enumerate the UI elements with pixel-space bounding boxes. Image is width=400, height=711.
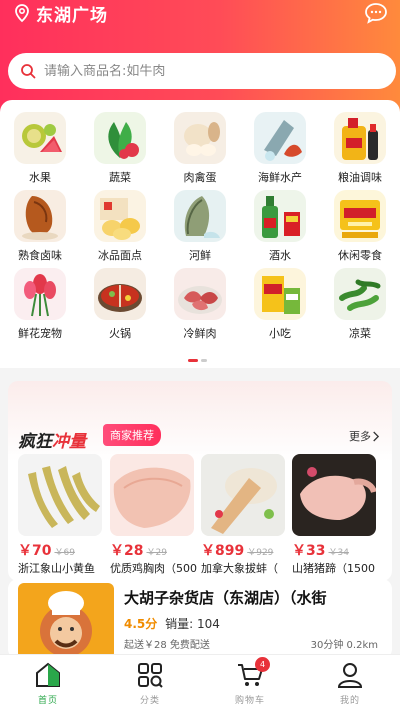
category-river-fish[interactable]: 河鲜 <box>160 190 240 263</box>
fruit-icon <box>14 112 66 164</box>
category-drinks[interactable]: 酒水 <box>240 190 320 263</box>
product-card[interactable]: ￥70 ￥69 浙江象山小黄鱼 <box>18 454 102 576</box>
product-card[interactable]: ￥28 ￥29 优质鸡胸肉（500 <box>110 454 197 576</box>
deli-icon <box>14 190 66 242</box>
category-flower-pet[interactable]: 鲜花宠物 <box>0 268 80 341</box>
tab-profile[interactable]: 我的 <box>310 661 390 706</box>
search-icon <box>21 64 36 79</box>
product-card[interactable]: ￥33 ￥34 山猪猪蹄（1500 <box>292 454 376 576</box>
hotpot-icon <box>94 268 146 320</box>
location-pin-icon <box>12 3 32 23</box>
product-card[interactable]: ￥899 ￥929 加拿大象拔蚌（ <box>201 454 285 576</box>
store-delivery-fee: 起送￥28 免费配送 <box>124 640 210 651</box>
cart-icon: 4 <box>236 657 270 689</box>
category-seafood[interactable]: 海鲜水产 <box>240 112 320 185</box>
drinks-icon <box>254 190 306 242</box>
location-label: 东湖广场 <box>36 5 108 26</box>
category-deli[interactable]: 熟食卤味 <box>0 190 80 263</box>
product-image-yellow-croaker <box>18 454 102 536</box>
category-fruit[interactable]: 水果 <box>0 112 80 185</box>
product-image-chicken-breast <box>110 454 194 536</box>
tab-home[interactable]: 首页 <box>8 661 88 706</box>
category-icon <box>136 661 164 689</box>
category-hotpot[interactable]: 火锅 <box>80 268 160 341</box>
vegetable-icon <box>94 112 146 164</box>
river-fish-icon <box>174 190 226 242</box>
carousel-dot-active <box>188 359 198 362</box>
store-logo-chef <box>18 583 114 659</box>
category-grain-oil[interactable]: 粮油调味 <box>320 112 400 185</box>
category-vegetable[interactable]: 蔬菜 <box>80 112 160 185</box>
carousel-indicator <box>188 359 207 362</box>
snack-food-icon <box>254 268 306 320</box>
tab-cart[interactable]: 4 购物车 <box>210 657 290 706</box>
bottom-tab-bar: 首页 分类 4 购物车 我的 <box>0 654 400 711</box>
category-cold-dish[interactable]: 凉菜 <box>320 268 400 341</box>
search-input[interactable] <box>44 63 344 79</box>
product-image-geoduck <box>201 454 285 536</box>
category-meat-egg[interactable]: 肉禽蛋 <box>160 112 240 185</box>
snacks-icon <box>334 190 386 242</box>
message-icon[interactable] <box>364 2 388 24</box>
frozen-pastry-icon <box>94 190 146 242</box>
carousel-dot <box>201 359 207 362</box>
category-chilled-meat[interactable]: 冷鲜肉 <box>160 268 240 341</box>
location-selector[interactable]: 东湖广场 <box>12 0 108 26</box>
store-card[interactable]: 大胡子杂货店（东湖店）（水街 4.5分 销量: 104 起送￥28 免费配送 3… <box>8 579 392 659</box>
merchant-recommend-badge: 商家推荐 <box>103 424 161 446</box>
category-snack-food[interactable]: 小吃 <box>240 268 320 341</box>
category-frozen-pastry[interactable]: 冰品面点 <box>80 190 160 263</box>
meat-egg-icon <box>174 112 226 164</box>
store-name: 大胡子杂货店（东湖店）（水街 <box>124 589 327 607</box>
user-icon <box>336 661 364 689</box>
more-link[interactable]: 更多 <box>349 428 380 444</box>
seafood-icon <box>254 112 306 164</box>
product-image-pig-trotter <box>292 454 376 536</box>
chevron-right-icon <box>373 431 380 441</box>
category-snacks[interactable]: 休闲零食 <box>320 190 400 263</box>
chilled-meat-icon <box>174 268 226 320</box>
cold-dish-icon <box>334 268 386 320</box>
category-grid: 水果 蔬菜 肉禽蛋 海鲜水产 粮油调味 熟食卤味 冰品面点 河鲜 酒水 休闲零食… <box>0 100 400 368</box>
cart-count-badge: 4 <box>255 657 270 672</box>
search-bar[interactable] <box>8 53 396 89</box>
grain-oil-icon <box>334 112 386 164</box>
store-rating: 4.5分 销量: 104 <box>124 617 220 631</box>
store-distance: 30分钟 0.2km <box>310 640 378 651</box>
home-icon <box>34 661 62 689</box>
flower-pet-icon <box>14 268 66 320</box>
tab-category[interactable]: 分类 <box>110 661 190 706</box>
header-banner: 东湖广场 <box>0 0 400 112</box>
promo-title: 疯狂冲量 <box>18 432 86 452</box>
